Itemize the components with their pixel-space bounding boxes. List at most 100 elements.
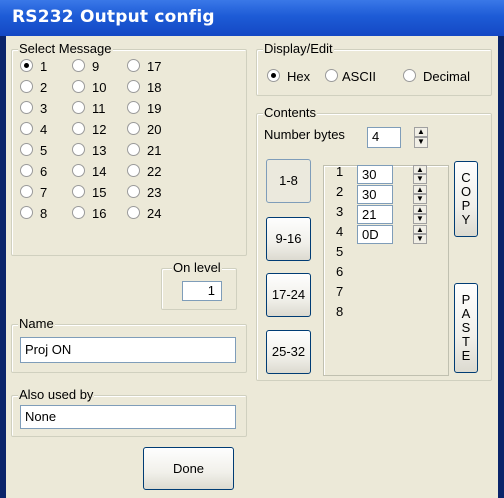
radio-dot[interactable] <box>127 80 140 93</box>
title-bar[interactable]: RS232 Output config <box>0 0 504 36</box>
message-radio-20[interactable]: 20 <box>127 122 161 138</box>
hex-radio-dot[interactable] <box>267 69 280 82</box>
byte-value-field[interactable]: 21 <box>357 205 393 224</box>
spin-down-icon[interactable]: ▼ <box>413 194 427 204</box>
radio-dot[interactable] <box>72 101 85 114</box>
spin-up-icon[interactable]: ▲ <box>413 185 427 194</box>
radio-dot[interactable] <box>20 185 33 198</box>
message-radio-label: 1 <box>40 59 48 74</box>
message-radio-label: 15 <box>92 185 107 200</box>
message-radio-16[interactable]: 16 <box>72 206 106 222</box>
range-label-17-24: 17-24 <box>271 287 306 302</box>
message-radio-label: 5 <box>40 143 48 158</box>
byte-value-field[interactable]: 30 <box>357 165 393 184</box>
spin-down-icon[interactable]: ▼ <box>413 214 427 224</box>
done-label: Done <box>172 461 205 476</box>
radio-dot[interactable] <box>72 80 85 93</box>
byte-value-spinner[interactable]: ▲ ▼ <box>413 185 427 204</box>
range-button-25-32[interactable]: 25-32 <box>266 330 311 374</box>
radio-dot[interactable] <box>127 122 140 135</box>
message-radio-18[interactable]: 18 <box>127 80 161 96</box>
radio-dot[interactable] <box>72 185 85 198</box>
radio-dot[interactable] <box>127 143 140 156</box>
byte-value-spinner[interactable]: ▲ ▼ <box>413 205 427 224</box>
spin-up-icon[interactable]: ▲ <box>413 225 427 234</box>
radio-dot[interactable] <box>20 164 33 177</box>
message-radio-14[interactable]: 14 <box>72 164 106 180</box>
spin-down-icon[interactable]: ▼ <box>414 137 428 148</box>
byte-value-spinner[interactable]: ▲ ▼ <box>413 165 427 184</box>
also-used-by-field[interactable]: None <box>20 405 236 429</box>
dialog-client-area: Select Message 12345678 9 10 11 12 13 14 15 16 … <box>6 36 498 498</box>
radio-dot[interactable] <box>20 80 33 93</box>
radio-dot[interactable] <box>20 59 33 72</box>
message-radio-15[interactable]: 15 <box>72 185 106 201</box>
spin-down-icon[interactable]: ▼ <box>413 174 427 184</box>
byte-value-text: 30 <box>362 167 377 182</box>
name-value: Proj ON <box>25 342 72 357</box>
radio-dot[interactable] <box>20 143 33 156</box>
radio-dot[interactable] <box>72 143 85 156</box>
radio-dot[interactable] <box>127 164 140 177</box>
byte-value-field[interactable]: 30 <box>357 185 393 204</box>
spin-down-icon[interactable]: ▼ <box>413 234 427 244</box>
decimal-radio-dot[interactable] <box>403 69 416 82</box>
message-radio-7[interactable]: 7 <box>20 185 47 201</box>
message-radio-5[interactable]: 5 <box>20 143 47 159</box>
message-radio-9[interactable]: 9 <box>72 59 99 75</box>
button-letter: T <box>462 334 470 349</box>
byte-value-text: 0D <box>362 227 379 242</box>
message-radio-11[interactable]: 11 <box>72 101 106 117</box>
message-radio-2[interactable]: 2 <box>20 80 47 96</box>
byte-value-spinner[interactable]: ▲ ▼ <box>413 225 427 244</box>
radio-dot[interactable] <box>127 185 140 198</box>
display-decimal-radio[interactable]: Decimal <box>403 69 470 85</box>
message-radio-13[interactable]: 13 <box>72 143 106 159</box>
range-button-17-24[interactable]: 17-24 <box>266 273 311 317</box>
range-button-1-8[interactable]: 1-8 <box>266 159 311 203</box>
paste-button[interactable]: PASTE <box>454 283 478 373</box>
radio-dot[interactable] <box>127 101 140 114</box>
radio-dot[interactable] <box>20 122 33 135</box>
radio-dot[interactable] <box>72 122 85 135</box>
radio-dot[interactable] <box>20 101 33 114</box>
message-radio-8[interactable]: 8 <box>20 206 47 222</box>
name-group: Name Proj ON <box>11 316 247 373</box>
done-button[interactable]: Done <box>143 447 234 490</box>
spin-up-icon[interactable]: ▲ <box>413 165 427 174</box>
range-button-9-16[interactable]: 9-16 <box>266 217 311 261</box>
message-radio-10[interactable]: 10 <box>72 80 106 96</box>
message-radio-4[interactable]: 4 <box>20 122 47 138</box>
radio-dot[interactable] <box>72 206 85 219</box>
name-field[interactable]: Proj ON <box>20 337 236 363</box>
message-radio-22[interactable]: 22 <box>127 164 161 180</box>
spin-up-icon[interactable]: ▲ <box>413 205 427 214</box>
radio-dot[interactable] <box>72 59 85 72</box>
display-hex-radio[interactable]: Hex <box>267 69 310 85</box>
byte-value-text: 21 <box>362 207 377 222</box>
number-bytes-value: 4 <box>372 129 380 144</box>
message-radio-23[interactable]: 23 <box>127 185 161 201</box>
range-label-25-32: 25-32 <box>271 344 306 359</box>
ascii-radio-dot[interactable] <box>325 69 338 82</box>
spin-up-icon[interactable]: ▲ <box>414 127 428 137</box>
display-ascii-radio[interactable]: ASCII <box>325 69 376 85</box>
message-radio-24[interactable]: 24 <box>127 206 161 222</box>
message-radio-21[interactable]: 21 <box>127 143 161 159</box>
number-bytes-field[interactable]: 4 <box>367 127 401 148</box>
message-radio-19[interactable]: 19 <box>127 101 161 117</box>
message-radio-12[interactable]: 12 <box>72 122 106 138</box>
byte-value-field[interactable]: 0D <box>357 225 393 244</box>
radio-dot[interactable] <box>72 164 85 177</box>
message-radio-17[interactable]: 17 <box>127 59 161 75</box>
range-label-9-16: 9-16 <box>275 231 302 246</box>
message-radio-6[interactable]: 6 <box>20 164 47 180</box>
copy-button[interactable]: COPY <box>454 161 478 237</box>
radio-dot[interactable] <box>127 59 140 72</box>
message-radio-1[interactable]: 1 <box>20 59 47 75</box>
on-level-field[interactable]: 1 <box>182 281 222 301</box>
radio-dot[interactable] <box>127 206 140 219</box>
message-radio-3[interactable]: 3 <box>20 101 47 117</box>
number-bytes-spinner[interactable]: ▲ ▼ <box>414 127 428 148</box>
radio-dot[interactable] <box>20 206 33 219</box>
